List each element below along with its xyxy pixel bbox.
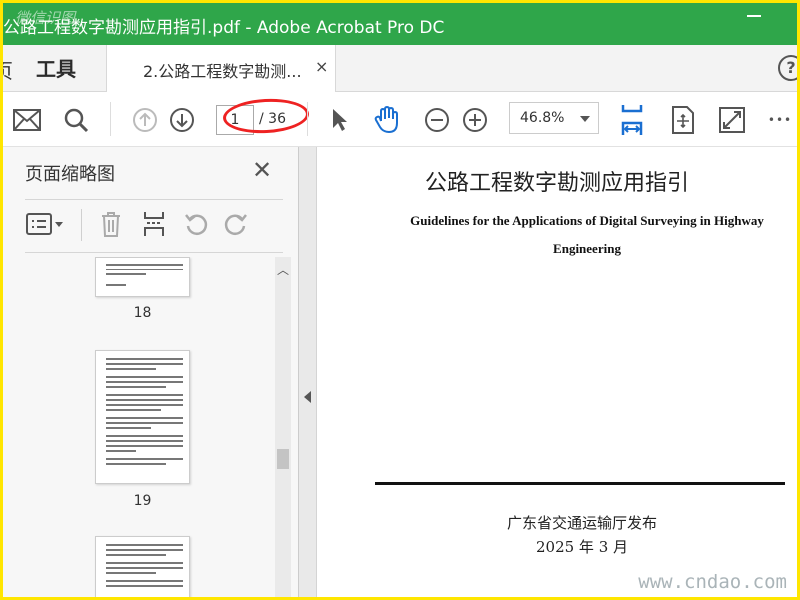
hand-tool-icon[interactable] xyxy=(370,92,404,147)
thumbnail-label: 19 xyxy=(133,493,152,509)
previous-page-icon[interactable] xyxy=(129,92,161,147)
chevron-up-icon[interactable]: ︿ xyxy=(277,261,289,278)
chevron-down-icon xyxy=(580,116,590,122)
document-title-en: Guidelines for the Applications of Digit… xyxy=(410,213,764,256)
toolbar-separator xyxy=(307,102,308,136)
thumbnail-panel: 页面缩略图 ✕ 18 19 ︿ xyxy=(3,147,299,597)
page-number-input[interactable]: 1 xyxy=(216,105,254,135)
thumbnail-list: 18 19 xyxy=(25,257,295,597)
page-thumbnail-18[interactable] xyxy=(95,257,190,297)
rotate-left-icon[interactable] xyxy=(183,209,213,239)
tab-tools[interactable]: 工具 xyxy=(36,53,76,82)
tab-bar: 页 工具 2.公路工程数字勘测... × ? xyxy=(3,45,797,92)
panel-divider xyxy=(25,252,283,253)
document-title-cn: 公路工程数字勘测应用指引 xyxy=(424,171,689,196)
acrobat-window: 微信识图 公路工程数字勘测应用指引.pdf - Adobe Acrobat Pr… xyxy=(3,3,797,597)
tab-home[interactable]: 页 xyxy=(3,55,13,84)
page-thumbnail-19[interactable] xyxy=(95,350,190,484)
close-tab-button[interactable]: × xyxy=(315,57,328,76)
document-publisher: 广东省交通运输厅发布 xyxy=(506,514,657,532)
thumbnail-scrollbar[interactable]: ︿ xyxy=(275,257,291,597)
scrollbar-thumb[interactable] xyxy=(277,449,289,469)
search-icon[interactable] xyxy=(58,92,94,147)
panel-collapse-handle[interactable] xyxy=(299,147,317,597)
document-date: 2025 年 3 月 xyxy=(535,538,629,556)
window-title: 公路工程数字勘测应用指引.pdf - Adobe Acrobat Pro DC xyxy=(3,18,445,38)
zoom-in-icon[interactable] xyxy=(459,92,491,147)
help-button[interactable]: ? xyxy=(778,55,797,81)
document-tab-label: 2.公路工程数字勘测... xyxy=(143,62,302,81)
tab-document[interactable]: 2.公路工程数字勘测... × xyxy=(106,45,336,92)
rotate-page-icon[interactable] xyxy=(666,92,700,147)
panel-title: 页面缩略图 xyxy=(25,164,115,185)
page-count: / 36 xyxy=(259,111,286,127)
panel-divider xyxy=(25,199,283,200)
full-screen-icon[interactable] xyxy=(715,92,749,147)
toolbar: 1 / 36 46.8% ••• xyxy=(3,92,797,147)
close-panel-button[interactable]: ✕ xyxy=(252,156,272,184)
zoom-value: 46.8% xyxy=(520,110,565,126)
document-view: 公路工程数字勘测应用指引 Guidelines for the Applicat… xyxy=(317,147,797,597)
chevron-left-icon xyxy=(304,391,311,403)
title-rule xyxy=(375,482,785,485)
rotate-right-icon[interactable] xyxy=(223,209,253,239)
zoom-out-icon[interactable] xyxy=(421,92,453,147)
fit-width-icon[interactable] xyxy=(615,92,649,147)
thumbnail-label: 18 xyxy=(133,305,152,321)
thumbnail-options-icon[interactable] xyxy=(25,209,69,239)
insert-page-icon[interactable] xyxy=(141,209,171,239)
minimize-button[interactable] xyxy=(747,15,761,17)
select-cursor-icon[interactable] xyxy=(325,92,355,147)
title-bar: 微信识图 公路工程数字勘测应用指引.pdf - Adobe Acrobat Pr… xyxy=(3,3,797,45)
toolbar-separator xyxy=(110,102,111,136)
delete-page-icon[interactable] xyxy=(99,209,129,239)
site-watermark: www.cndao.com xyxy=(638,571,787,593)
next-page-icon[interactable] xyxy=(166,92,198,147)
more-options-icon[interactable]: ••• xyxy=(765,92,795,147)
mail-icon[interactable] xyxy=(9,92,45,147)
zoom-level-select[interactable]: 46.8% xyxy=(509,102,599,134)
panel-toolbar-separator xyxy=(81,209,82,241)
page-thumbnail-20[interactable] xyxy=(95,536,190,597)
